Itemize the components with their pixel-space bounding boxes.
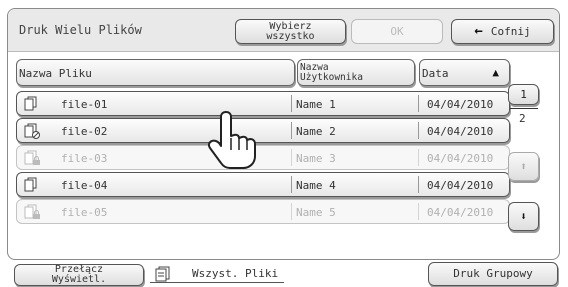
column-header-date-label: Data xyxy=(422,67,449,80)
document-locked-icon xyxy=(24,150,40,165)
column-divider xyxy=(418,203,419,220)
title-bar: Druk Wielu Plików Wybierz wszystko OK ← C… xyxy=(8,9,559,52)
all-files-icon xyxy=(155,266,170,282)
column-divider xyxy=(291,203,292,220)
file-name: file-04 xyxy=(61,179,108,192)
document-icon xyxy=(24,96,37,111)
column-divider xyxy=(418,95,419,112)
document-icon xyxy=(24,177,37,192)
back-button[interactable]: ← Cofnij xyxy=(451,19,554,44)
file-name: file-01 xyxy=(61,98,108,111)
multi-file-print-panel: Druk Wielu Plików Wybierz wszystko OK ← C… xyxy=(7,8,560,260)
file-user-name: Name 2 xyxy=(296,125,336,138)
file-date: 04/04/2010 xyxy=(427,152,494,165)
group-print-button[interactable]: Druk Grupowy xyxy=(428,262,558,286)
arrow-down-icon: ⬇ xyxy=(520,210,527,223)
column-header-file-name[interactable]: Nazwa Pliku xyxy=(16,59,295,86)
arrow-up-icon: ⬆ xyxy=(520,160,527,173)
column-header-user-name-line2: Użytkownika xyxy=(300,72,363,83)
arrow-left-icon: ← xyxy=(474,23,483,39)
page-divider xyxy=(510,108,538,109)
scroll-down-button[interactable]: ⬇ xyxy=(508,202,539,231)
column-divider xyxy=(418,122,419,139)
file-date: 04/04/2010 xyxy=(427,98,494,111)
file-name: file-03 xyxy=(61,152,108,165)
file-row[interactable]: file-04 Name 4 04/04/2010 xyxy=(16,172,510,197)
select-all-label-line2: wszystko xyxy=(266,31,315,42)
file-date: 04/04/2010 xyxy=(427,179,494,192)
total-pages: 2 xyxy=(519,112,526,125)
all-files-label[interactable]: Wszyst. Pliki xyxy=(192,267,278,280)
file-row[interactable]: file-05 Name 5 04/04/2010 xyxy=(16,199,510,224)
column-divider xyxy=(418,176,419,193)
file-name: file-02 xyxy=(61,125,108,138)
column-header-date[interactable]: Data ▲ xyxy=(419,59,510,86)
column-divider xyxy=(291,176,292,193)
hand-pointer-icon xyxy=(207,111,256,169)
document-restricted-icon xyxy=(24,123,40,139)
column-divider xyxy=(291,95,292,112)
file-user-name: Name 4 xyxy=(296,179,336,192)
file-name: file-05 xyxy=(61,206,108,219)
all-files-underline xyxy=(150,282,284,283)
ok-button[interactable]: OK xyxy=(351,19,443,44)
document-locked-icon xyxy=(24,204,40,219)
back-button-label: Cofnij xyxy=(490,25,531,38)
column-header-user-name[interactable]: Nazwa Użytkownika xyxy=(297,59,415,86)
select-all-button[interactable]: Wybierz wszystko xyxy=(235,19,346,44)
switch-view-button[interactable]: Przełącz Wyświetl. xyxy=(14,264,144,286)
column-divider xyxy=(291,149,292,166)
current-page-button[interactable]: 1 xyxy=(508,84,539,105)
file-user-name: Name 5 xyxy=(296,206,336,219)
page-title: Druk Wielu Plików xyxy=(19,23,142,37)
file-date: 04/04/2010 xyxy=(427,125,494,138)
column-divider xyxy=(291,122,292,139)
scroll-up-button[interactable]: ⬆ xyxy=(508,152,539,181)
sort-ascending-icon: ▲ xyxy=(492,66,499,79)
column-divider xyxy=(418,149,419,166)
file-user-name: Name 3 xyxy=(296,152,336,165)
file-user-name: Name 1 xyxy=(296,98,336,111)
switch-view-label-line2: Wyświetl. xyxy=(51,274,107,285)
file-date: 04/04/2010 xyxy=(427,206,494,219)
